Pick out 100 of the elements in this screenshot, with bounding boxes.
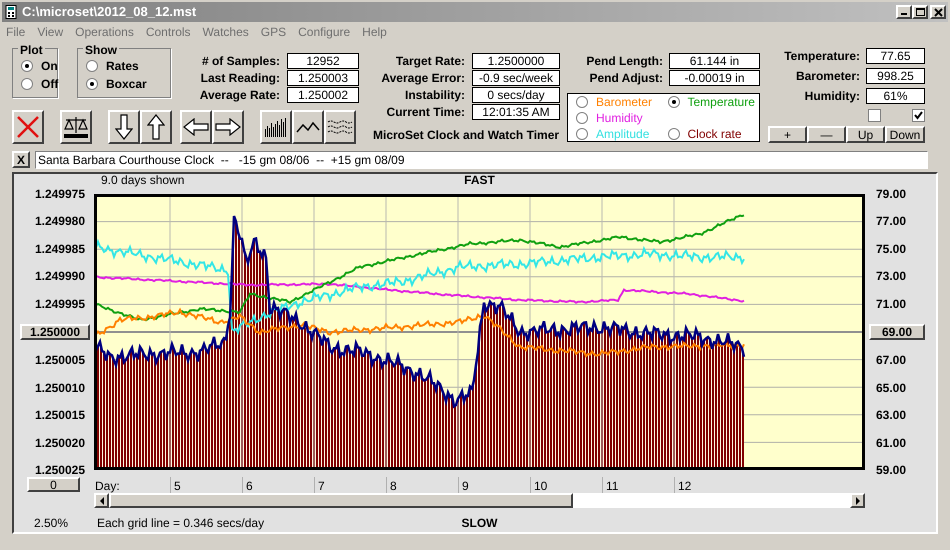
adjust-button[interactable]: + — [768, 126, 807, 143]
note-field[interactable]: Santa Barbara Courthouse Clock -- -15 gm 08/06 -- +15 gm 08/09 — [35, 150, 928, 168]
field-label: Humidity: — [804, 88, 860, 104]
axis-label: 1.250020 — [34, 436, 85, 450]
option-label: On — [41, 58, 58, 75]
value-field: 61.144 in — [669, 52, 760, 68]
axis-label: 79.00 — [876, 187, 906, 201]
value-field: -0.9 sec/week — [472, 70, 560, 86]
radio-button[interactable] — [576, 128, 588, 140]
up-arrow-button[interactable] — [140, 110, 172, 144]
option-label: Boxcar — [106, 76, 147, 93]
field-label: Current Time: — [386, 104, 465, 120]
axis-label: 67.00 — [876, 353, 906, 368]
radio-button[interactable] — [86, 78, 98, 90]
field-label: Last Reading: — [200, 70, 280, 86]
app-icon — [4, 5, 18, 19]
value-field: 1.2500000 — [472, 52, 560, 68]
days-shown-label: 9.0 days shown — [100, 174, 184, 187]
value-field: 12952 — [287, 52, 359, 68]
axis-label: 1.249985 — [34, 242, 85, 256]
value-field: 77.65 — [866, 48, 925, 64]
day-label: 9 — [462, 479, 469, 493]
field-label: Temperature: — [783, 48, 860, 64]
day-label: 12 — [678, 479, 692, 493]
axis-label: 63.00 — [876, 408, 906, 422]
axis-label: 1.250015 — [34, 408, 85, 422]
axis-label: 71.00 — [876, 296, 906, 311]
field-label: Average Error: — [380, 70, 465, 86]
wave-lines-button[interactable] — [324, 110, 356, 144]
day-label: 6 — [246, 479, 253, 493]
wave-lines-icon — [327, 119, 353, 135]
bar-chart-button[interactable] — [260, 110, 292, 144]
radio-button[interactable] — [21, 60, 33, 72]
field-label: # of Samples: — [200, 52, 280, 70]
maximize-icon — [916, 8, 924, 16]
option-label: Off — [41, 76, 58, 93]
value-field: 1.250002 — [287, 86, 359, 102]
percent-label: 2.50% — [34, 516, 68, 530]
balance-scale-button[interactable] — [60, 110, 92, 144]
minimize-button[interactable] — [896, 5, 912, 19]
slow-label: SLOW — [462, 515, 498, 532]
app-title: MicroSet Clock and Watch Timer — [373, 127, 560, 144]
value-field: 61% — [866, 88, 925, 104]
day-label: 10 — [534, 479, 548, 493]
radio-button[interactable] — [668, 96, 680, 108]
scroll-left-button[interactable] — [94, 493, 109, 508]
grid-scale-note: Each grid line = 0.346 secs/day — [96, 515, 264, 532]
reference-button[interactable]: 69.00 — [869, 324, 925, 340]
legend-label: Barometer — [596, 94, 652, 110]
offset-button[interactable]: 0 — [27, 477, 80, 492]
close-button[interactable]: X — [12, 151, 30, 168]
axis-label: 1.250010 — [34, 380, 85, 395]
adjust-button[interactable]: — — [807, 126, 846, 143]
left-arrow-icon — [183, 118, 209, 136]
left-arrow-button[interactable] — [180, 110, 212, 144]
axis-label: 75.00 — [876, 242, 906, 256]
line-chart-button[interactable] — [292, 110, 324, 144]
scroll-right-button[interactable] — [850, 493, 865, 508]
down-arrow-icon — [115, 114, 133, 140]
delete-button[interactable] — [12, 110, 44, 144]
close-button[interactable] — [930, 5, 946, 19]
field-label: Target Rate: — [394, 52, 465, 70]
window-title: C:\microset\2012_08_12.mst — [22, 3, 198, 22]
option-label: Rates — [106, 58, 139, 75]
day-label: 5 — [174, 479, 181, 493]
right-arrow-icon — [215, 118, 241, 136]
adjust-button[interactable]: Up — [846, 126, 885, 143]
maximize-button[interactable] — [912, 5, 928, 19]
axis-label: 77.00 — [876, 214, 906, 228]
checkbox[interactable] — [912, 109, 925, 122]
check-icon — [914, 111, 923, 120]
right-arrow-button[interactable] — [212, 110, 244, 144]
checkbox[interactable] — [868, 109, 881, 122]
field-label: Average Rate: — [198, 86, 280, 104]
radio-button[interactable] — [668, 128, 680, 140]
value-field: -0.00019 in — [669, 70, 760, 86]
reference-button[interactable]: 1.250000 — [20, 324, 90, 340]
legend-label: Temperature — [688, 94, 755, 110]
bar-chart-icon — [264, 117, 288, 137]
radio-button[interactable] — [576, 96, 588, 108]
day-label: 7 — [318, 479, 325, 493]
right-triangle-icon — [854, 496, 860, 504]
axis-label: 1.249995 — [34, 296, 85, 311]
field-label: Instability: — [404, 86, 465, 104]
fast-label: FAST — [464, 174, 495, 187]
delete-icon — [15, 114, 41, 140]
down-arrow-button[interactable] — [108, 110, 140, 144]
day-label: 11 — [606, 479, 618, 493]
axis-label: 65.00 — [876, 380, 906, 395]
field-label: Pend Length: — [585, 52, 663, 70]
axis-label: 1.249975 — [34, 187, 85, 201]
legend-label: Amplitude — [596, 126, 650, 142]
value-field: 0 secs/day — [472, 86, 560, 102]
axis-label: 1.250005 — [34, 353, 85, 368]
axis-label: 1.249980 — [34, 214, 85, 228]
radio-button[interactable] — [576, 112, 588, 124]
adjust-button[interactable]: Down — [885, 126, 925, 143]
axis-label: 61.00 — [876, 436, 906, 450]
radio-button[interactable] — [86, 60, 98, 72]
radio-button[interactable] — [21, 78, 33, 90]
